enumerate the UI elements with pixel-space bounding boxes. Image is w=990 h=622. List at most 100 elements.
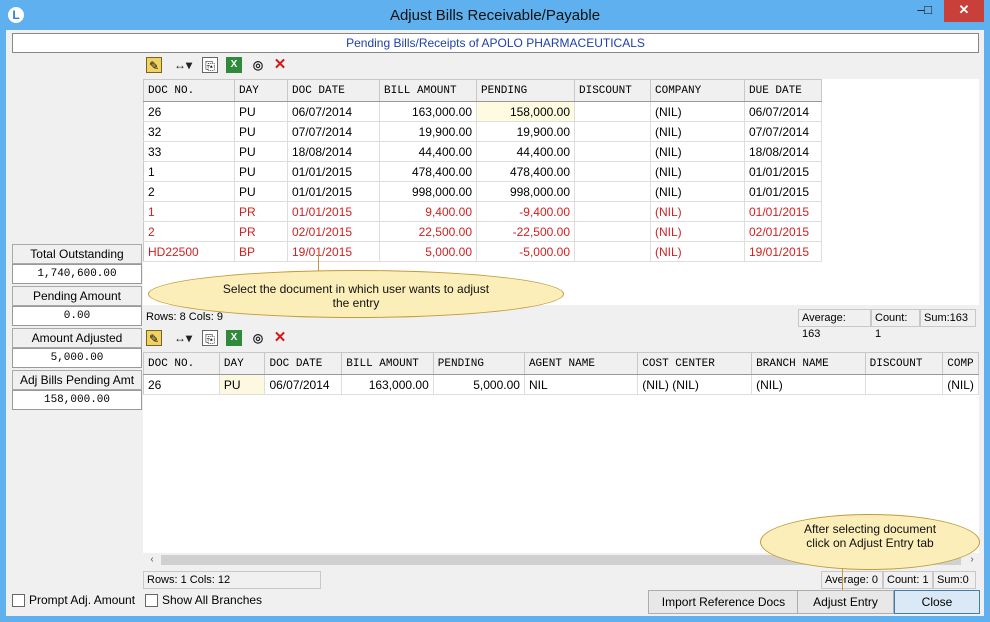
cell-due-date[interactable]: 06/07/2014 bbox=[744, 101, 822, 122]
maximize-icon[interactable]: □ bbox=[912, 0, 944, 22]
table-row[interactable]: 1 PR 01/01/2015 9,400.00 -9,400.00 (NIL)… bbox=[143, 201, 822, 222]
column-header-day[interactable]: DAY bbox=[218, 352, 266, 375]
scroll-left-icon[interactable]: ‹ bbox=[145, 553, 159, 567]
table-row[interactable]: 26 PU 06/07/2014 163,000.00 158,000.00 (… bbox=[143, 101, 822, 122]
cell-company[interactable]: (NIL) bbox=[650, 121, 745, 142]
cell-discount[interactable] bbox=[574, 241, 651, 262]
column-header-doc-no[interactable]: DOC NO. bbox=[143, 352, 220, 375]
window-close-icon[interactable]: ✕ bbox=[944, 0, 984, 22]
cell-due-date[interactable]: 01/01/2015 bbox=[744, 201, 822, 222]
cell-company[interactable]: (NIL) bbox=[650, 161, 745, 182]
cell-due-date[interactable]: 18/08/2014 bbox=[744, 141, 822, 162]
cell-bill-amount[interactable]: 5,000.00 bbox=[379, 241, 477, 262]
column-header-agent-name[interactable]: AGENT NAME bbox=[523, 352, 639, 375]
cell-bill-amount[interactable]: 163,000.00 bbox=[379, 101, 477, 122]
cell-discount[interactable] bbox=[574, 161, 651, 182]
cell-pending[interactable]: -22,500.00 bbox=[476, 221, 575, 242]
column-header-cost-center[interactable]: COST CENTER bbox=[637, 352, 753, 375]
cell-due-date[interactable]: 02/01/2015 bbox=[744, 221, 822, 242]
pending-bills-grid[interactable]: DOC NO. DAY DOC DATE BILL AMOUNT PENDING… bbox=[143, 79, 979, 305]
column-resize-icon[interactable]: ↔▾ bbox=[172, 330, 194, 346]
cell-company[interactable]: (NIL) bbox=[650, 221, 745, 242]
table-row[interactable]: 2 PR 02/01/2015 22,500.00 -22,500.00 (NI… bbox=[143, 221, 822, 242]
adjust-entry-button[interactable]: Adjust Entry bbox=[797, 590, 894, 614]
cell-company[interactable]: (NIL) bbox=[650, 241, 745, 262]
cell-due-date[interactable]: 19/01/2015 bbox=[744, 241, 822, 262]
cell-cost-center[interactable]: (NIL) (NIL) bbox=[637, 374, 753, 395]
cell-doc-date[interactable]: 07/07/2014 bbox=[287, 121, 380, 142]
cell-doc-date[interactable]: 19/01/2015 bbox=[287, 241, 380, 262]
cell-branch-name[interactable]: (NIL) bbox=[751, 374, 866, 395]
cell-pending[interactable]: 478,400.00 bbox=[476, 161, 575, 182]
copy-icon[interactable]: ⎘ bbox=[202, 57, 218, 73]
cell-pending[interactable]: 158,000.00 bbox=[476, 101, 575, 122]
column-header-doc-no[interactable]: DOC NO. bbox=[143, 79, 235, 102]
column-header-bill-amount[interactable]: BILL AMOUNT bbox=[341, 352, 434, 375]
cell-doc-no[interactable]: 1 bbox=[143, 201, 235, 222]
cell-bill-amount[interactable]: 478,400.00 bbox=[379, 161, 477, 182]
table-row[interactable]: 32 PU 07/07/2014 19,900.00 19,900.00 (NI… bbox=[143, 121, 822, 142]
edit-icon[interactable]: ✎ bbox=[146, 57, 162, 73]
cell-pending[interactable]: 998,000.00 bbox=[476, 181, 575, 202]
cell-doc-no[interactable]: 33 bbox=[143, 141, 235, 162]
cell-due-date[interactable]: 01/01/2015 bbox=[744, 161, 822, 182]
cell-doc-date[interactable]: 02/01/2015 bbox=[287, 221, 380, 242]
cell-day[interactable]: PU bbox=[234, 121, 288, 142]
prompt-adj-amount-checkbox[interactable] bbox=[12, 594, 25, 607]
cell-due-date[interactable]: 01/01/2015 bbox=[744, 181, 822, 202]
excel-export-icon[interactable]: X bbox=[226, 330, 242, 346]
column-header-doc-date[interactable]: DOC DATE bbox=[287, 79, 380, 102]
delete-icon[interactable]: ✕ bbox=[272, 330, 288, 346]
title-bar[interactable]: L Adjust Bills Receivable/Payable – □ ✕ bbox=[0, 0, 990, 30]
column-header-discount[interactable]: DISCOUNT bbox=[864, 352, 944, 375]
cell-discount[interactable] bbox=[865, 374, 944, 395]
column-header-day[interactable]: DAY bbox=[234, 79, 288, 102]
cell-doc-no[interactable]: 2 bbox=[143, 181, 235, 202]
table-row[interactable]: 1 PU 01/01/2015 478,400.00 478,400.00 (N… bbox=[143, 161, 822, 182]
table-row[interactable]: 26 PU 06/07/2014 163,000.00 5,000.00 NIL… bbox=[143, 374, 979, 395]
cell-company[interactable]: (NIL) bbox=[650, 101, 745, 122]
cell-day[interactable]: PR bbox=[234, 221, 288, 242]
cell-doc-date[interactable]: 01/01/2015 bbox=[287, 201, 380, 222]
column-header-branch-name[interactable]: BRANCH NAME bbox=[751, 352, 866, 375]
cell-doc-no[interactable]: 32 bbox=[143, 121, 235, 142]
cell-doc-date[interactable]: 06/07/2014 bbox=[264, 374, 343, 395]
cell-pending[interactable]: -5,000.00 bbox=[476, 241, 575, 262]
cell-bill-amount[interactable]: 19,900.00 bbox=[379, 121, 477, 142]
cell-discount[interactable] bbox=[574, 221, 651, 242]
column-header-doc-date[interactable]: DOC DATE bbox=[264, 352, 343, 375]
cell-company[interactable]: (NIL) bbox=[650, 141, 745, 162]
cell-doc-date[interactable]: 18/08/2014 bbox=[287, 141, 380, 162]
column-header-company[interactable]: COMPANY bbox=[650, 79, 745, 102]
cell-day[interactable]: PU bbox=[234, 141, 288, 162]
cell-doc-no[interactable]: 26 bbox=[143, 374, 220, 395]
column-header-company[interactable]: COMP bbox=[942, 352, 979, 375]
copy-icon[interactable]: ⎘ bbox=[202, 330, 218, 346]
cell-doc-no[interactable]: 1 bbox=[143, 161, 235, 182]
cell-doc-no[interactable]: 2 bbox=[143, 221, 235, 242]
cell-discount[interactable] bbox=[574, 181, 651, 202]
cell-due-date[interactable]: 07/07/2014 bbox=[744, 121, 822, 142]
cell-pending[interactable]: -9,400.00 bbox=[476, 201, 575, 222]
cell-company[interactable]: (NIL) bbox=[942, 374, 979, 395]
close-button[interactable]: Close bbox=[894, 590, 980, 614]
cell-doc-date[interactable]: 01/01/2015 bbox=[287, 161, 380, 182]
table-row[interactable]: 2 PU 01/01/2015 998,000.00 998,000.00 (N… bbox=[143, 181, 822, 202]
show-all-branches-checkbox[interactable] bbox=[145, 594, 158, 607]
cell-discount[interactable] bbox=[574, 101, 651, 122]
cell-pending[interactable]: 19,900.00 bbox=[476, 121, 575, 142]
cell-day[interactable]: PR bbox=[234, 201, 288, 222]
column-header-discount[interactable]: DISCOUNT bbox=[574, 79, 651, 102]
cell-bill-amount[interactable]: 998,000.00 bbox=[379, 181, 477, 202]
cell-day[interactable]: PU bbox=[234, 181, 288, 202]
column-header-pending[interactable]: PENDING bbox=[476, 79, 575, 102]
table-row[interactable]: 33 PU 18/08/2014 44,400.00 44,400.00 (NI… bbox=[143, 141, 822, 162]
find-binoculars-icon[interactable]: ◎ bbox=[250, 57, 266, 73]
column-header-pending[interactable]: PENDING bbox=[432, 352, 525, 375]
cell-discount[interactable] bbox=[574, 141, 651, 162]
cell-agent-name[interactable]: NIL bbox=[524, 374, 639, 395]
cell-day[interactable]: PU bbox=[234, 101, 288, 122]
cell-bill-amount[interactable]: 163,000.00 bbox=[341, 374, 434, 395]
import-reference-docs-button[interactable]: Import Reference Docs bbox=[648, 590, 799, 614]
excel-export-icon[interactable]: X bbox=[226, 57, 242, 73]
